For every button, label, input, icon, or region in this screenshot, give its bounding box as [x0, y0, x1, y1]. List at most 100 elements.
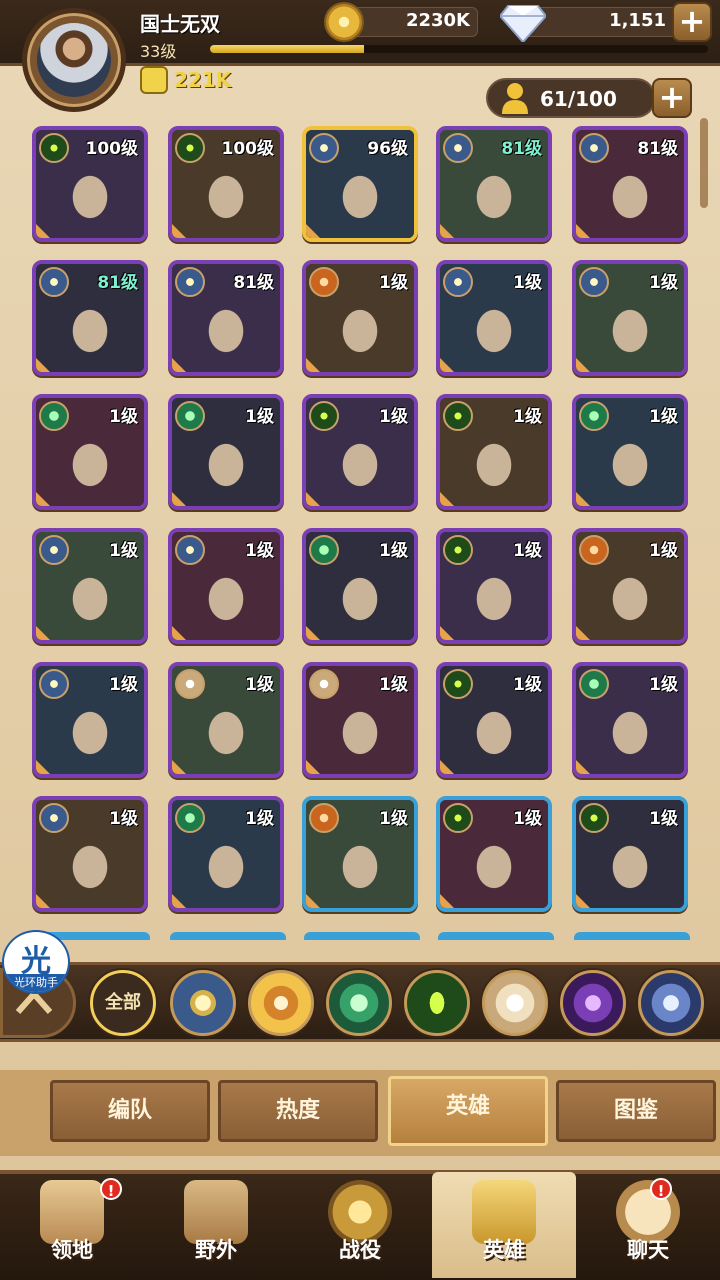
hero-card[interactable]: 1级 — [436, 260, 552, 376]
hero-card[interactable]: 1级 — [436, 394, 552, 510]
filter-dimensional-icon[interactable] — [638, 970, 704, 1036]
hero-card[interactable]: 1级 — [302, 394, 418, 510]
hero-card[interactable]: 1级 — [302, 260, 418, 376]
hero-level: 1级 — [379, 675, 408, 695]
hero-card[interactable]: 1级 — [572, 260, 688, 376]
nav-wild[interactable]: 野外 — [144, 1172, 288, 1278]
fist-icon — [140, 66, 168, 94]
faction-icon — [309, 803, 339, 833]
faction-icon — [309, 669, 339, 699]
nav-label: 战役 — [339, 1238, 381, 1262]
faction-icon — [579, 267, 609, 297]
filter-hypogean-icon[interactable] — [560, 970, 626, 1036]
filter-all-button[interactable]: 全部 — [90, 970, 156, 1036]
hero-card[interactable]: 1级 — [168, 394, 284, 510]
next-row-card-edge — [304, 932, 420, 940]
faction-icon — [579, 133, 609, 163]
next-row-card-edge — [438, 932, 554, 940]
filter-celestial-icon[interactable] — [482, 970, 548, 1036]
faction-icon — [39, 267, 69, 297]
faction-icon — [309, 535, 339, 565]
hero-card[interactable]: 96级 — [302, 126, 418, 242]
helper-app-badge[interactable]: 光 光环助手 — [2, 930, 70, 994]
filter-mauler-icon[interactable] — [248, 970, 314, 1036]
hero-card[interactable]: 1级 — [302, 796, 418, 912]
faction-icon — [579, 401, 609, 431]
hero-level: 81级 — [233, 273, 274, 293]
hero-card[interactable]: 100级 — [32, 126, 148, 242]
nav-territory[interactable]: ! 领地 — [0, 1172, 144, 1278]
nav-heroes[interactable]: 英雄 — [432, 1172, 576, 1278]
faction-icon — [443, 133, 473, 163]
nav-label: 聊天 — [627, 1238, 669, 1262]
faction-icon — [579, 669, 609, 699]
hero-level: 1级 — [513, 541, 542, 561]
filter-wilder-icon[interactable] — [326, 970, 392, 1036]
faction-icon — [579, 535, 609, 565]
hero-card[interactable]: 1级 — [572, 394, 688, 510]
notification-badge: ! — [100, 1178, 122, 1200]
hero-card[interactable]: 81级 — [32, 260, 148, 376]
hero-card[interactable]: 81级 — [572, 126, 688, 242]
player-level: 33级 — [140, 42, 177, 61]
hero-card[interactable]: 81级 — [168, 260, 284, 376]
hero-card[interactable]: 1级 — [32, 394, 148, 510]
hero-level: 1级 — [649, 675, 678, 695]
hero-card[interactable]: 1级 — [32, 528, 148, 644]
helper-logo-sub: 光环助手 — [4, 974, 68, 992]
faction-icon — [39, 669, 69, 699]
nav-campaign[interactable]: 战役 — [288, 1172, 432, 1278]
faction-icon — [175, 133, 205, 163]
hero-level: 1级 — [649, 541, 678, 561]
hero-card[interactable]: 1级 — [32, 796, 148, 912]
faction-icon — [39, 401, 69, 431]
hero-card[interactable]: 81级 — [436, 126, 552, 242]
hero-level: 1级 — [379, 809, 408, 829]
tab-formation[interactable]: 编队 — [50, 1080, 210, 1142]
faction-icon — [443, 535, 473, 565]
hero-card[interactable]: 1级 — [572, 796, 688, 912]
hero-card[interactable]: 1级 — [32, 662, 148, 778]
nav-label: 领地 — [51, 1238, 93, 1262]
filter-lightbearer-icon[interactable] — [170, 970, 236, 1036]
player-name: 国士无双 — [140, 12, 220, 36]
hero-card[interactable]: 1级 — [436, 528, 552, 644]
hero-level: 100级 — [85, 139, 139, 159]
hero-card[interactable]: 1级 — [168, 796, 284, 912]
notification-badge: ! — [650, 1178, 672, 1200]
tab-heroes[interactable]: 英雄 — [388, 1076, 548, 1146]
hero-card[interactable]: 1级 — [572, 662, 688, 778]
hero-card[interactable]: 1级 — [302, 528, 418, 644]
xp-bar — [210, 45, 708, 53]
gold-value: 2230K — [405, 10, 470, 31]
faction-icon — [443, 803, 473, 833]
tab-popularity[interactable]: 热度 — [218, 1080, 378, 1142]
hero-card[interactable]: 1级 — [436, 662, 552, 778]
player-avatar[interactable] — [22, 8, 126, 112]
tab-codex[interactable]: 图鉴 — [556, 1080, 716, 1142]
faction-icon — [309, 267, 339, 297]
hero-card[interactable]: 1级 — [572, 528, 688, 644]
expand-slots-button[interactable]: + — [652, 78, 692, 118]
hero-level: 1级 — [513, 273, 542, 293]
filter-graveborn-icon[interactable] — [404, 970, 470, 1036]
faction-icon — [175, 669, 205, 699]
hero-level: 1级 — [379, 541, 408, 561]
avatar-portrait — [37, 23, 111, 97]
hero-level: 1级 — [109, 675, 138, 695]
nav-chat[interactable]: ! 聊天 — [576, 1172, 720, 1278]
person-icon — [502, 83, 528, 114]
hero-level: 81级 — [97, 273, 138, 293]
hero-card[interactable]: 1级 — [168, 662, 284, 778]
scrollbar[interactable] — [700, 118, 708, 208]
hero-card[interactable]: 100级 — [168, 126, 284, 242]
hero-card[interactable]: 1级 — [302, 662, 418, 778]
buy-gems-button[interactable]: + — [672, 2, 712, 42]
faction-icon — [443, 267, 473, 297]
hero-level: 81级 — [637, 139, 678, 159]
next-row-card-edge — [574, 932, 690, 940]
hero-card[interactable]: 1级 — [168, 528, 284, 644]
diamond-icon — [500, 5, 546, 42]
hero-level: 1级 — [245, 809, 274, 829]
hero-card[interactable]: 1级 — [436, 796, 552, 912]
